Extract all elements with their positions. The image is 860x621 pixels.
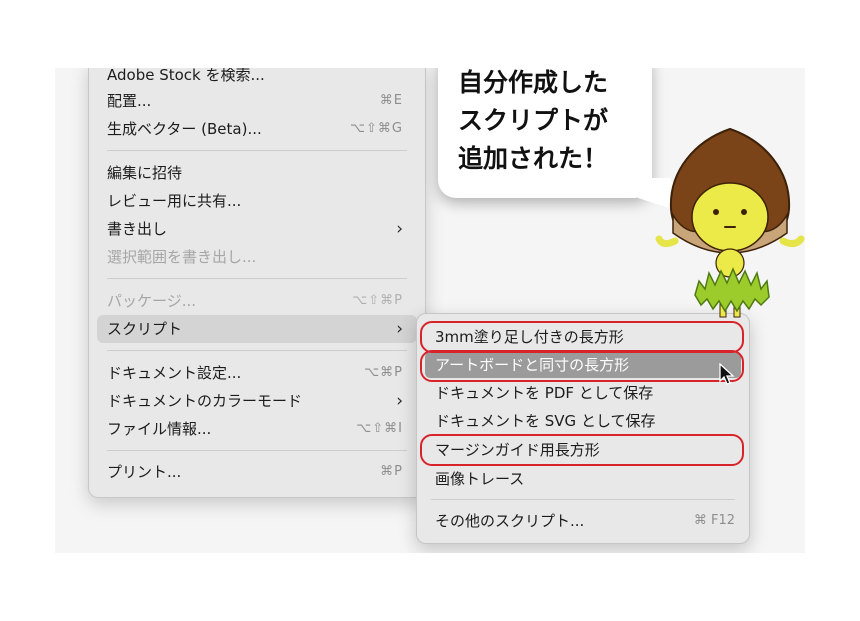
submenu-item-label: ドキュメントを SVG として保存 xyxy=(435,412,656,430)
menu-item-document-setup[interactable]: ドキュメント設定... ⌥⌘P xyxy=(97,359,417,387)
submenu-item-other-scripts[interactable]: その他のスクリプト... ⌘ F12 xyxy=(425,508,741,534)
submenu-item-artboard-size-rectangle[interactable]: アートボードと同寸の長方形 xyxy=(425,352,741,378)
shortcut-label: ⌥⇧⌘I xyxy=(356,421,403,436)
chevron-right-icon: › xyxy=(396,219,403,239)
menu-separator xyxy=(431,499,735,500)
arrow-cursor-icon xyxy=(719,363,735,385)
menu-item-export-selection[interactable]: 選択範囲を書き出し... xyxy=(97,243,417,271)
menu-item-invite-to-edit[interactable]: 編集に招待 xyxy=(97,159,417,187)
shortcut-label: ⌥⇧⌘G xyxy=(350,121,403,136)
menu-separator xyxy=(107,278,407,279)
menu-separator xyxy=(107,150,407,151)
submenu-item-label: ドキュメントを PDF として保存 xyxy=(435,384,654,402)
menu-item-label: レビュー用に共有... xyxy=(107,192,242,210)
submenu-item-margin-guide-rectangle[interactable]: マージンガイド用長方形 xyxy=(425,437,741,463)
speech-line: 自分作成した xyxy=(458,68,609,97)
speech-bubble-text: 自分作成した スクリプトが 追加された！ xyxy=(458,68,648,178)
menu-item-label: 編集に招待 xyxy=(107,164,183,182)
menu-item-scripts[interactable]: スクリプト › xyxy=(97,315,417,343)
menu-item-share-for-review[interactable]: レビュー用に共有... xyxy=(97,187,417,215)
menu-item-file-info[interactable]: ファイル情報... ⌥⇧⌘I xyxy=(97,415,417,443)
menu-item-document-color-mode[interactable]: ドキュメントのカラーモード › xyxy=(97,387,417,415)
shortcut-label: ⌘P xyxy=(380,464,403,479)
menu-item-label: ドキュメントのカラーモード xyxy=(107,392,303,410)
menu-item-label: ファイル情報... xyxy=(107,420,212,438)
shortcut-label: ⌥⇧⌘P xyxy=(352,293,403,308)
speech-line: 追加された！ xyxy=(458,144,609,173)
speech-bubble: 自分作成した スクリプトが 追加された！ xyxy=(438,68,652,198)
menu-item-adobe-stock[interactable]: Adobe Stock を検索... xyxy=(97,68,417,89)
shortcut-label: ⌥⌘P xyxy=(364,365,403,380)
chestnut-mascot-icon xyxy=(655,127,805,318)
submenu-item-image-trace[interactable]: 画像トレース xyxy=(425,466,741,492)
menu-item-label: 書き出し xyxy=(107,220,168,238)
menu-separator xyxy=(107,450,407,451)
submenu-item-label: マージンガイド用長方形 xyxy=(435,441,600,459)
submenu-item-label: アートボードと同寸の長方形 xyxy=(435,356,630,374)
file-menu: Adobe Stock を検索... 配置... ⌘E 生成ベクター (Beta… xyxy=(88,68,426,498)
menu-item-label: ドキュメント設定... xyxy=(107,364,242,382)
menu-item-label: プリント... xyxy=(107,463,182,481)
menu-item-label: Adobe Stock を検索... xyxy=(107,68,265,84)
menu-item-label: スクリプト xyxy=(107,320,183,338)
chevron-right-icon: › xyxy=(396,319,403,339)
menu-separator xyxy=(107,350,407,351)
menu-item-package[interactable]: パッケージ... ⌥⇧⌘P xyxy=(97,287,417,315)
submenu-item-label: 3mm塗り足し付きの長方形 xyxy=(435,328,624,346)
submenu-item-save-as-pdf[interactable]: ドキュメントを PDF として保存 xyxy=(425,380,741,406)
submenu-item-label: その他のスクリプト... xyxy=(435,512,585,530)
screenshot-backdrop: Adobe Stock を検索... 配置... ⌘E 生成ベクター (Beta… xyxy=(55,68,805,553)
shortcut-label: ⌘E xyxy=(379,93,403,108)
scripts-submenu: 3mm塗り足し付きの長方形 アートボードと同寸の長方形 ドキュメントを PDF … xyxy=(416,313,750,544)
menu-item-label: パッケージ... xyxy=(107,292,197,310)
menu-item-place[interactable]: 配置... ⌘E xyxy=(97,87,417,115)
menu-item-label: 生成ベクター (Beta)... xyxy=(107,120,262,138)
submenu-item-label: 画像トレース xyxy=(435,470,525,488)
speech-line: スクリプトが xyxy=(458,106,609,135)
menu-item-export[interactable]: 書き出し › xyxy=(97,215,417,243)
menu-item-label: 選択範囲を書き出し... xyxy=(107,248,257,266)
menu-item-print[interactable]: プリント... ⌘P xyxy=(97,458,417,486)
menu-item-label: 配置... xyxy=(107,92,152,110)
menu-item-generative-vector[interactable]: 生成ベクター (Beta)... ⌥⇧⌘G xyxy=(97,115,417,143)
shortcut-label: ⌘ F12 xyxy=(693,513,735,528)
chevron-right-icon: › xyxy=(396,391,403,411)
submenu-item-save-as-svg[interactable]: ドキュメントを SVG として保存 xyxy=(425,408,741,434)
